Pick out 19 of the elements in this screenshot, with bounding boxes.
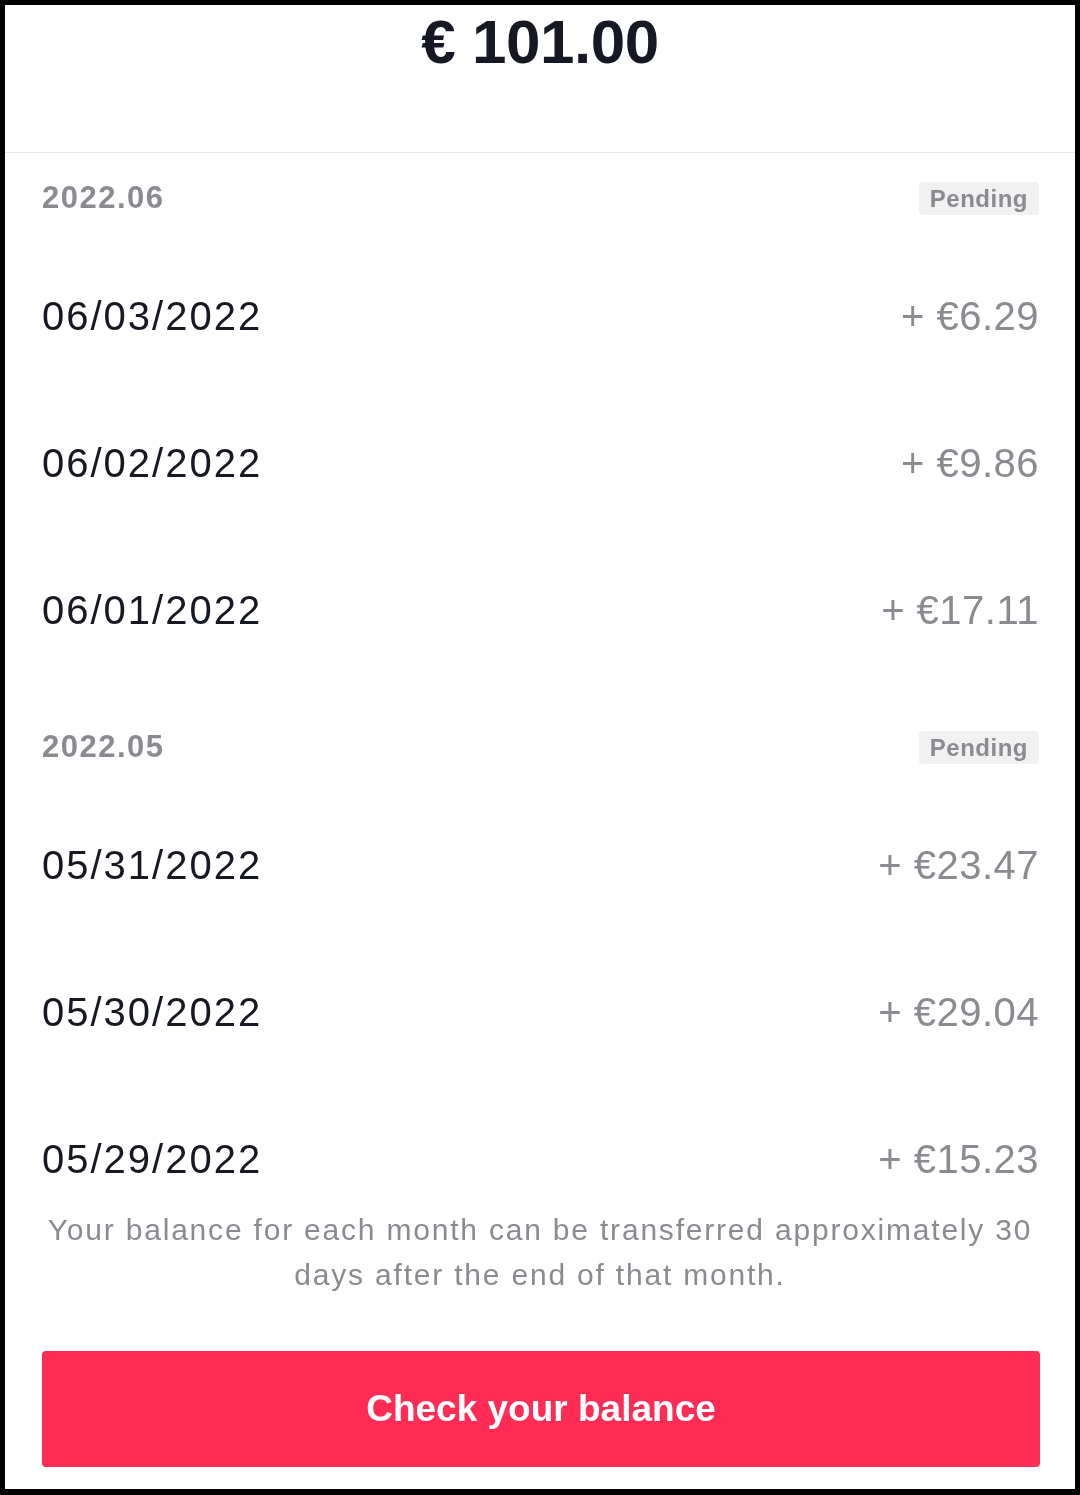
status-badge: Pending bbox=[918, 181, 1039, 215]
info-note: Your balance for each month can be transferred approximately 30 days after the end of that month. bbox=[46, 1212, 1034, 1293]
entry-amount: + €17.11 bbox=[881, 588, 1039, 633]
entry-date: 05/30/2022 bbox=[42, 990, 263, 1035]
entry-date: 06/02/2022 bbox=[42, 441, 263, 486]
entry-amount: + €6.29 bbox=[900, 294, 1039, 339]
entry-date: 06/03/2022 bbox=[42, 294, 263, 339]
balance-amount: € 101.00 bbox=[421, 11, 659, 73]
entry-date: 05/29/2022 bbox=[42, 1137, 263, 1182]
entry-date: 06/01/2022 bbox=[42, 588, 263, 633]
month-label: 2022.06 bbox=[42, 180, 165, 216]
entry-amount: + €15.23 bbox=[878, 1137, 1039, 1182]
month-label: 2022.05 bbox=[42, 729, 165, 765]
entry-amount: + €23.47 bbox=[878, 843, 1039, 888]
entry-date: 05/31/2022 bbox=[42, 843, 263, 888]
entry-amount: + €9.86 bbox=[900, 441, 1039, 486]
check-balance-button[interactable]: Check your balance bbox=[42, 1351, 1040, 1467]
status-badge: Pending bbox=[918, 730, 1039, 764]
entry-amount: + €29.04 bbox=[878, 990, 1039, 1035]
